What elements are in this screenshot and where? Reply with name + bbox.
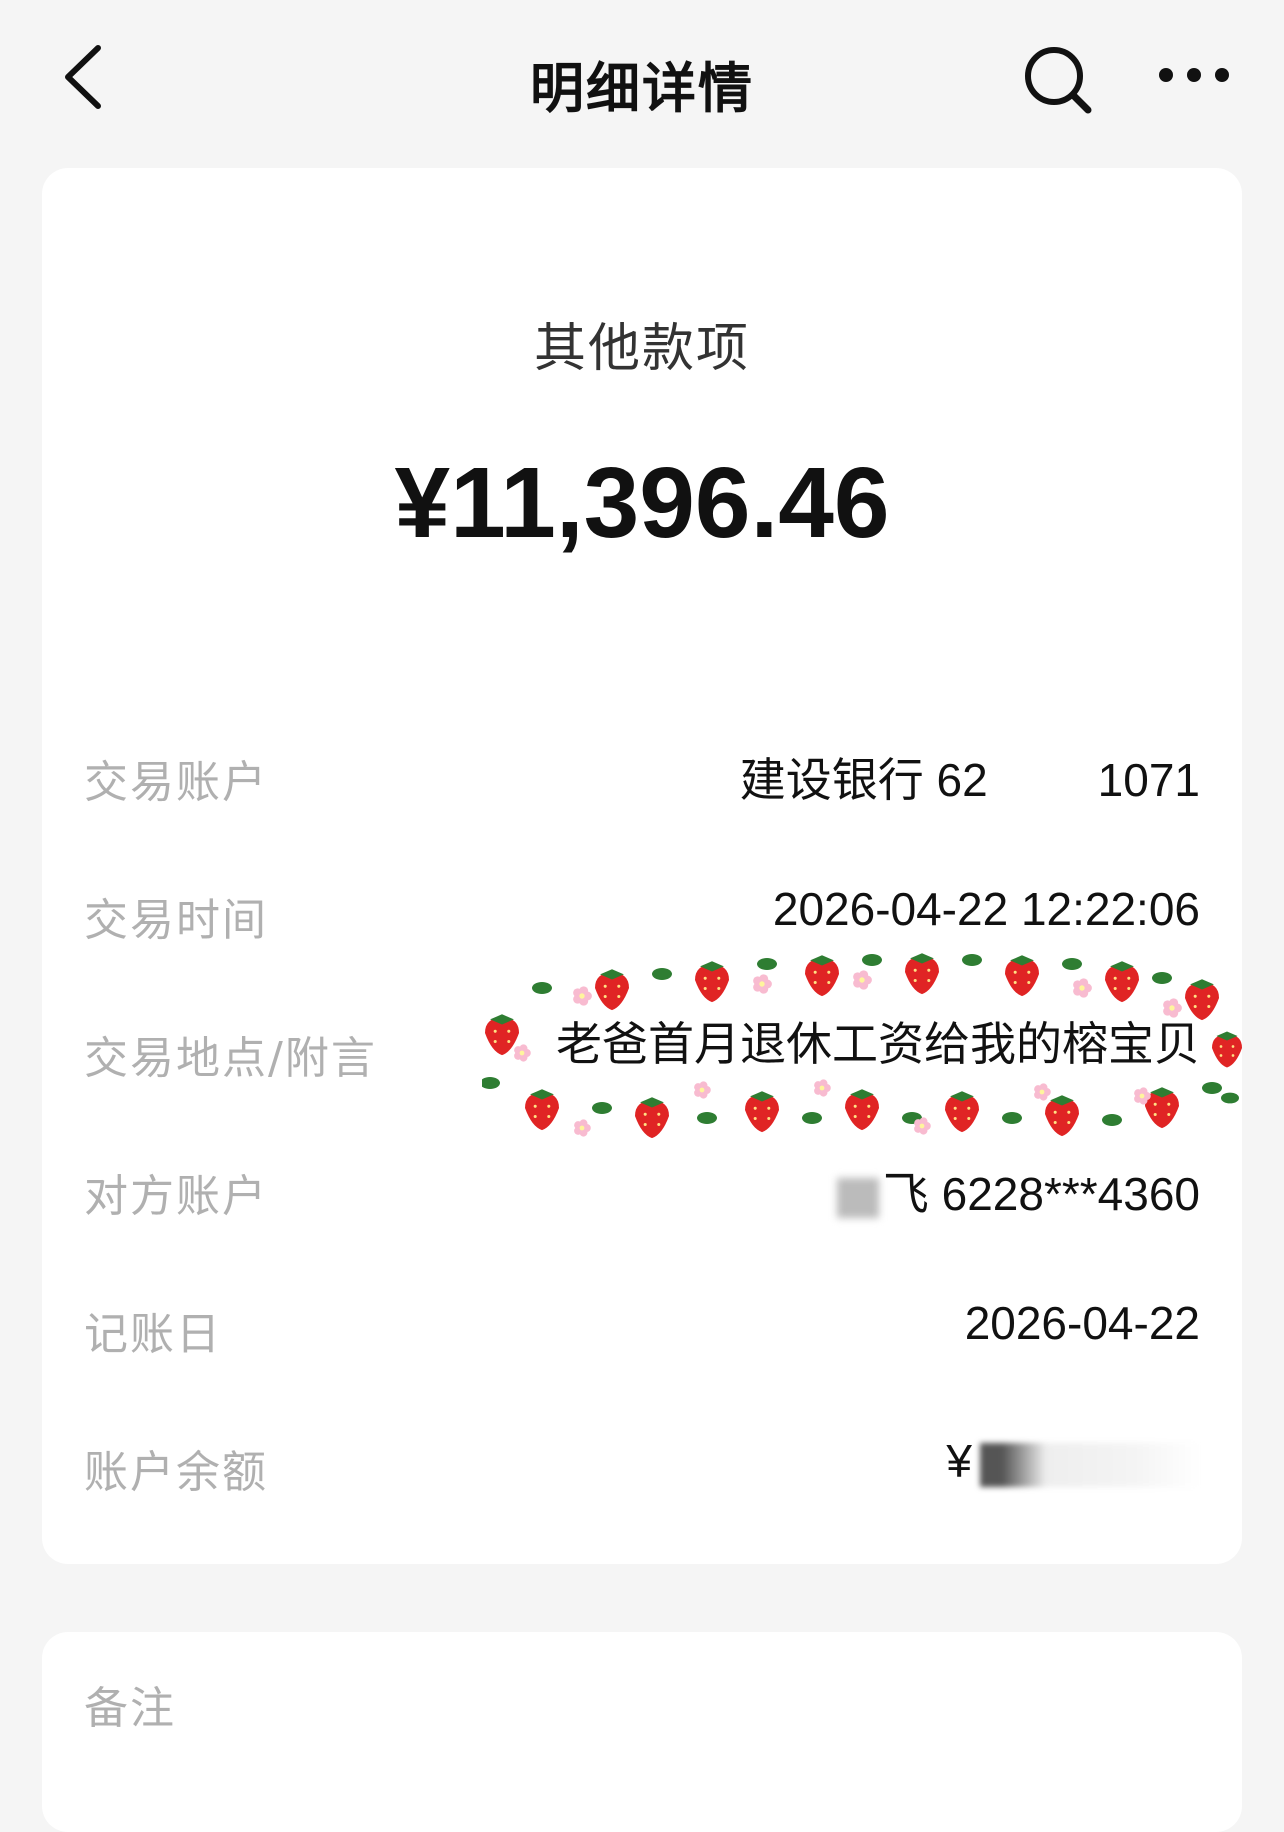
memo-decorated: 老爸首月退休工资给我的榕宝贝 [482,938,1242,1138]
flower-icon [814,1079,831,1097]
leaf-icon [592,1102,612,1114]
balance-value: ¥ [946,1434,1200,1488]
counterparty-label: 对方账户 [84,1171,268,1222]
flower-icon [914,1117,931,1135]
strawberry-icon [595,969,629,1011]
leaf-icon [962,954,982,966]
leaf-icon [697,1112,717,1124]
strawberry-icon [695,961,729,1003]
time-label: 交易时间 [84,895,268,946]
row-account: 交易账户 建设银行 62 1071 [84,732,1242,812]
posting-date-value: 2026-04-22 [964,1297,1200,1349]
strawberry-icon [1105,961,1139,1003]
leaf-icon [862,954,882,966]
strawberry-icon [485,1014,519,1056]
counterparty-value-text: 飞 6228***4360 [882,1168,1200,1220]
transaction-amount: ¥11,396.46 [394,447,890,559]
transaction-card: 其他款项 ¥11,396.46 交易账户 建设银行 62 1071 交易时间 20… [42,168,1242,1564]
navigation-bar: 明细详情 [0,0,1284,150]
time-value: 2026-04-22 12:22:06 [772,883,1200,935]
remark-label: 备注 [84,1683,176,1734]
row-balance: 账户余额 ¥ [84,1422,1242,1502]
leaf-icon [1202,1082,1222,1094]
balance-currency: ¥ [946,1435,972,1487]
flower-icon [574,1119,591,1137]
leaf-icon [1062,958,1082,970]
account-value-suffix: 1071 [1097,754,1200,806]
account-label: 交易账户 [84,757,268,808]
flower-icon [694,1081,711,1099]
search-icon[interactable] [1022,44,1094,116]
transaction-category: 其他款项 [533,319,750,379]
flower-icon [514,1044,531,1062]
strawberry-icon [945,1091,979,1133]
flower-icon [1034,1083,1051,1101]
strawberry-icon [525,1089,559,1131]
strawberry-icon [635,1097,669,1138]
more-dots-icon[interactable] [1156,60,1232,90]
posting-date-label: 记账日 [84,1309,222,1360]
flower-icon [573,986,592,1006]
strawberry-icon [1145,1087,1179,1129]
redaction-mask [987,762,1098,805]
leaf-icon [802,1112,822,1124]
leaf-icon [1002,1112,1022,1124]
leaf-icon [482,1077,500,1089]
redaction-mask [836,1177,879,1218]
leaf-icon [1152,972,1172,984]
account-value: 建设银行 62 1071 [740,744,1200,810]
leaf-icon [532,982,552,994]
strawberry-icon [745,1091,779,1133]
flower-icon [853,970,872,990]
account-value-prefix: 建设银行 62 [739,754,988,806]
leaf-icon [1221,1092,1239,1104]
strawberry-icon [845,1089,879,1131]
flower-icon [753,974,772,994]
memo-label: 交易地点/附言 [84,1033,377,1084]
strawberry-icon [1005,955,1039,997]
redaction-mask [980,1442,1200,1487]
leaf-icon [652,968,672,980]
row-posting-date: 记账日 2026-04-22 [84,1284,1242,1364]
flower-icon [1073,978,1092,998]
leaf-icon [757,958,777,970]
strawberry-icon [1045,1095,1079,1137]
counterparty-value: 飞 6228***4360 [836,1158,1200,1224]
strawberry-icon [905,953,939,995]
balance-label: 账户余额 [84,1447,268,1498]
remark-card: 备注 [42,1632,1242,1832]
strawberry-icon [805,955,839,997]
memo-value: 老爸首月退休工资给我的榕宝贝 [556,1017,1200,1071]
strawberry-icon [1212,1031,1242,1068]
leaf-icon [1102,1114,1122,1126]
row-counterparty: 对方账户 飞 6228***4360 [84,1146,1242,1226]
